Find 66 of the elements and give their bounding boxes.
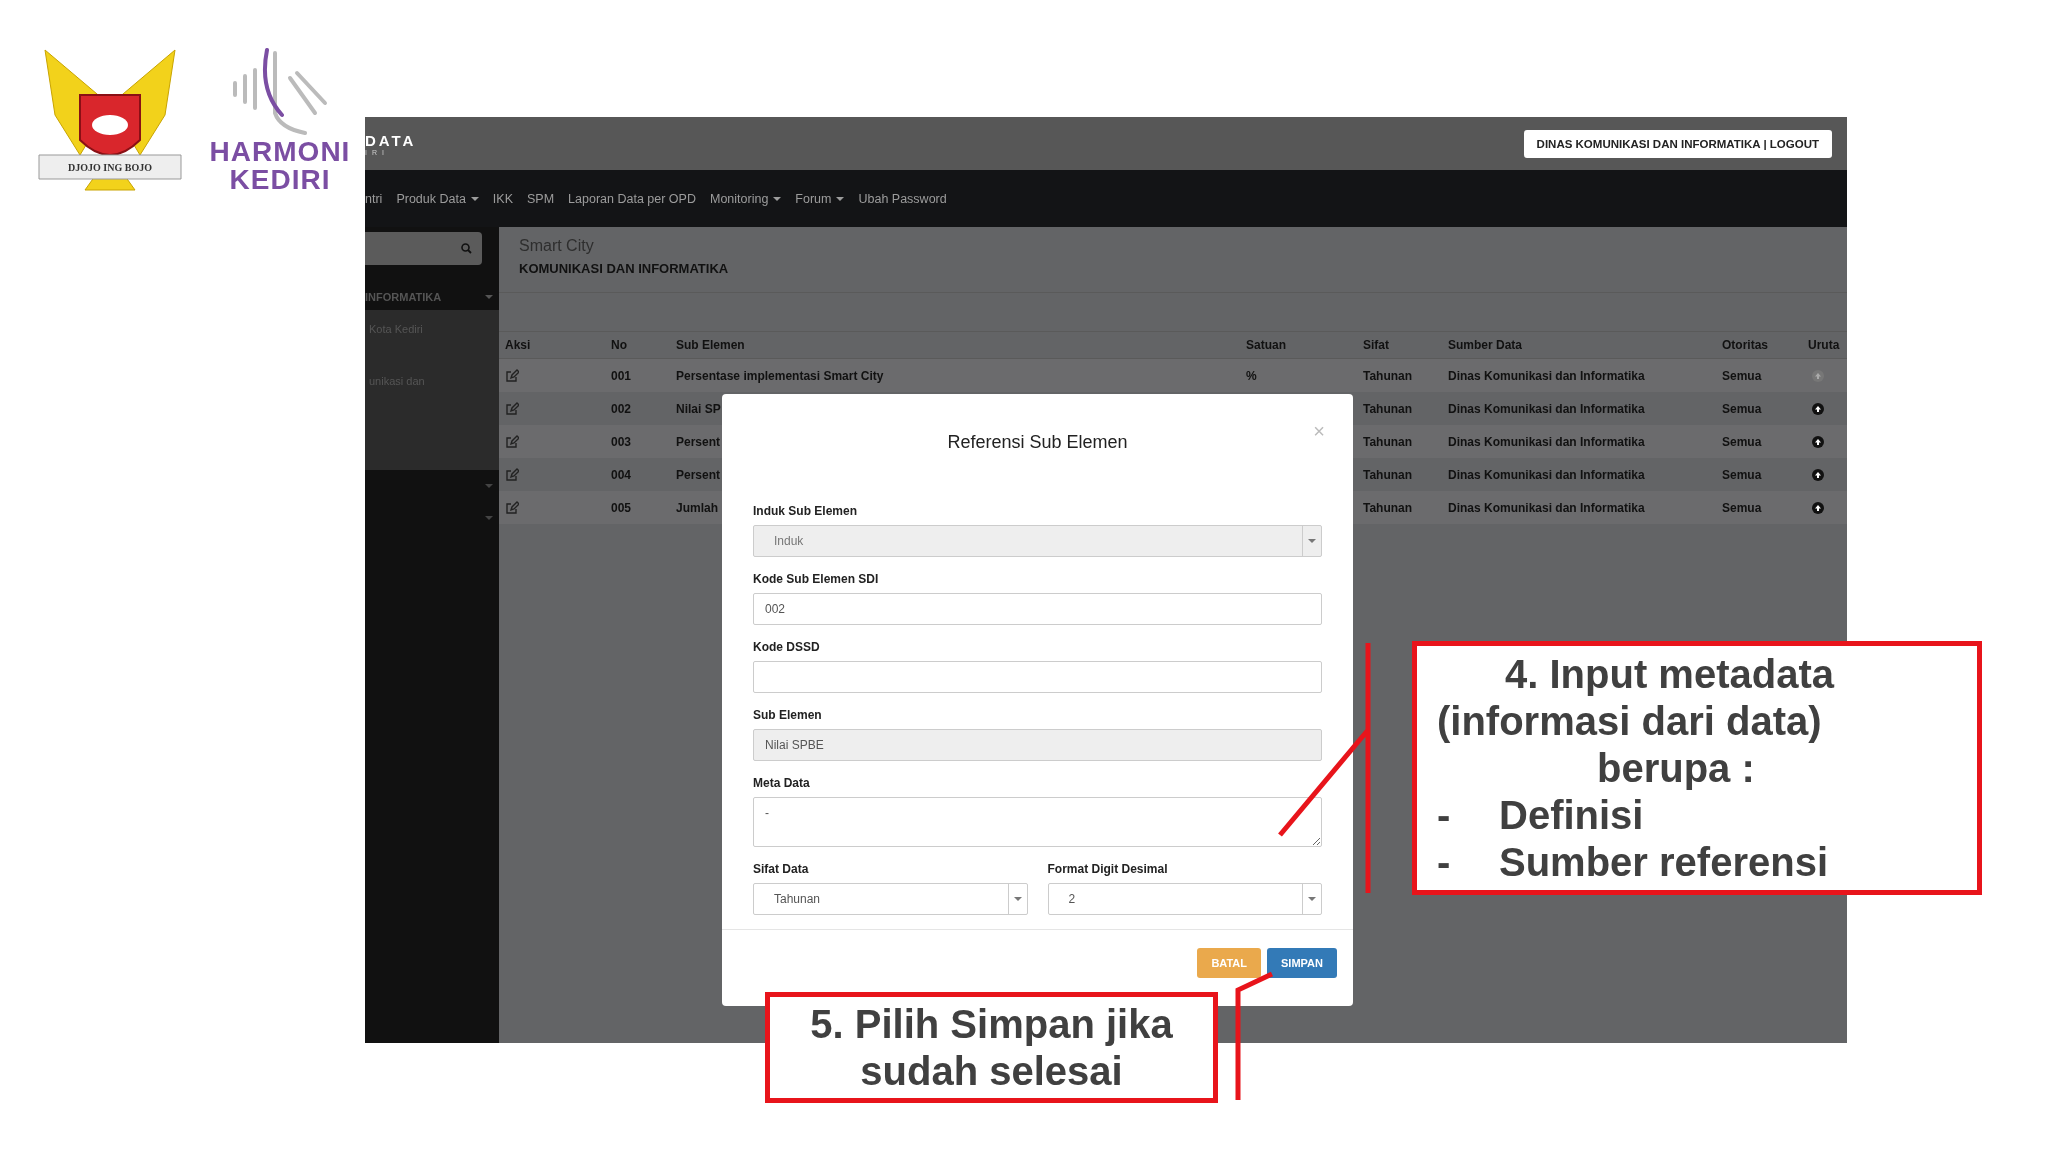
column-header: Sub Elemen (670, 331, 1240, 359)
nav-item[interactable]: Laporan Data per OPD (568, 191, 696, 206)
table-cell-text: 005 (611, 500, 632, 515)
table-cell-text: 001 (611, 368, 632, 383)
select-field[interactable]: 2 (1047, 883, 1322, 915)
field-label: Induk Sub Elemen (753, 504, 858, 518)
table-cell-text: Semua (1722, 467, 1762, 482)
nav-item[interactable]: SPM (527, 191, 555, 206)
field-label: Format Digit Desimal (1047, 862, 1169, 876)
column-header: Sumber Data (1442, 331, 1716, 359)
brand-name: HARMONI (209, 138, 351, 166)
callout-text: (informasi dari data) (1437, 698, 1823, 745)
callout-text: 4. Input metadata (1504, 651, 1836, 698)
field-label: Sifat Data (753, 862, 810, 876)
table-cell-text: Dinas Komunikasi dan Informatika (1448, 500, 1645, 515)
table-cell-text: Nilai SP (676, 401, 721, 416)
table-cell-text: 002 (611, 401, 632, 416)
select-field[interactable]: Tahunan (753, 883, 1028, 915)
table-cell-text: Semua (1722, 434, 1762, 449)
table-cell-text: Dinas Komunikasi dan Informatika (1448, 467, 1645, 482)
account-logout-button[interactable]: DINAS KOMUNIKASI DAN INFORMATIKA | LOGOUT (1523, 129, 1832, 158)
table-cell-text: Persent (676, 434, 721, 449)
textarea-field[interactable]: - (753, 797, 1322, 847)
field-label: Kode Sub Elemen SDI (753, 572, 880, 586)
nav-item[interactable]: Monitoring (709, 191, 782, 206)
table-cell-text: Dinas Komunikasi dan Informatika (1448, 368, 1645, 383)
nav-item[interactable]: Ubah Password (858, 191, 947, 206)
field-label: Meta Data (753, 776, 811, 790)
app-logo-text: DATA (365, 131, 417, 149)
nav-item[interactable]: ntri (365, 191, 383, 206)
brand-name: KEDIRI (229, 166, 331, 194)
table-cell-text: % (1246, 368, 1257, 383)
nav-item[interactable]: Forum (795, 191, 845, 206)
modal-title: Referensi Sub Elemen (947, 431, 1128, 453)
table-cell-text: 003 (611, 434, 632, 449)
nav-item[interactable]: Produk Data (396, 191, 479, 206)
bullet-mark: - (1437, 839, 1452, 886)
emblem-drawing: DJOJO ING BOJO (35, 45, 185, 200)
table-cell-text: Persent (676, 467, 721, 482)
table-cell-text: Tahunan (1363, 401, 1413, 416)
table-cell-text: Dinas Komunikasi dan Informatika (1448, 401, 1645, 416)
table-cell-text: Dinas Komunikasi dan Informatika (1448, 434, 1645, 449)
table-cell-text: Semua (1722, 368, 1762, 383)
callout-text: berupa : (1596, 745, 1756, 792)
table-cell-text: Semua (1722, 500, 1762, 515)
field-label: Kode DSSD (753, 640, 821, 654)
input-field[interactable]: 002 (753, 593, 1322, 625)
callout-bullet: Definisi (1499, 792, 1644, 839)
table-cell-text: Tahunan (1363, 500, 1413, 515)
field-label: Sub Elemen (753, 708, 823, 722)
table-cell-text: Tahunan (1363, 467, 1413, 482)
sidebar-group-label: INFORMATIKA (365, 290, 442, 303)
bullet-mark: - (1437, 792, 1452, 839)
table-cell-text: Semua (1722, 401, 1762, 416)
page-subtitle: KOMUNIKASI DAN INFORMATIKA (519, 261, 730, 276)
callout-text: 5. Pilih Simpan jika (810, 1001, 1173, 1048)
table-cell-text: Persentase implementasi Smart City (676, 368, 884, 383)
page-title: Smart City (519, 237, 595, 255)
table-cell-text: 004 (611, 467, 632, 482)
table-cell-text: Jumlah (676, 500, 718, 515)
callout-bullet: Sumber referensi (1499, 839, 1829, 886)
save-button[interactable]: SIMPAN (1267, 948, 1337, 978)
table-cell-text: Tahunan (1363, 368, 1413, 383)
callout-text: sudah selesai (860, 1048, 1123, 1095)
table-cell-text: Tahunan (1363, 434, 1413, 449)
nav-item[interactable]: IKK (492, 191, 513, 206)
